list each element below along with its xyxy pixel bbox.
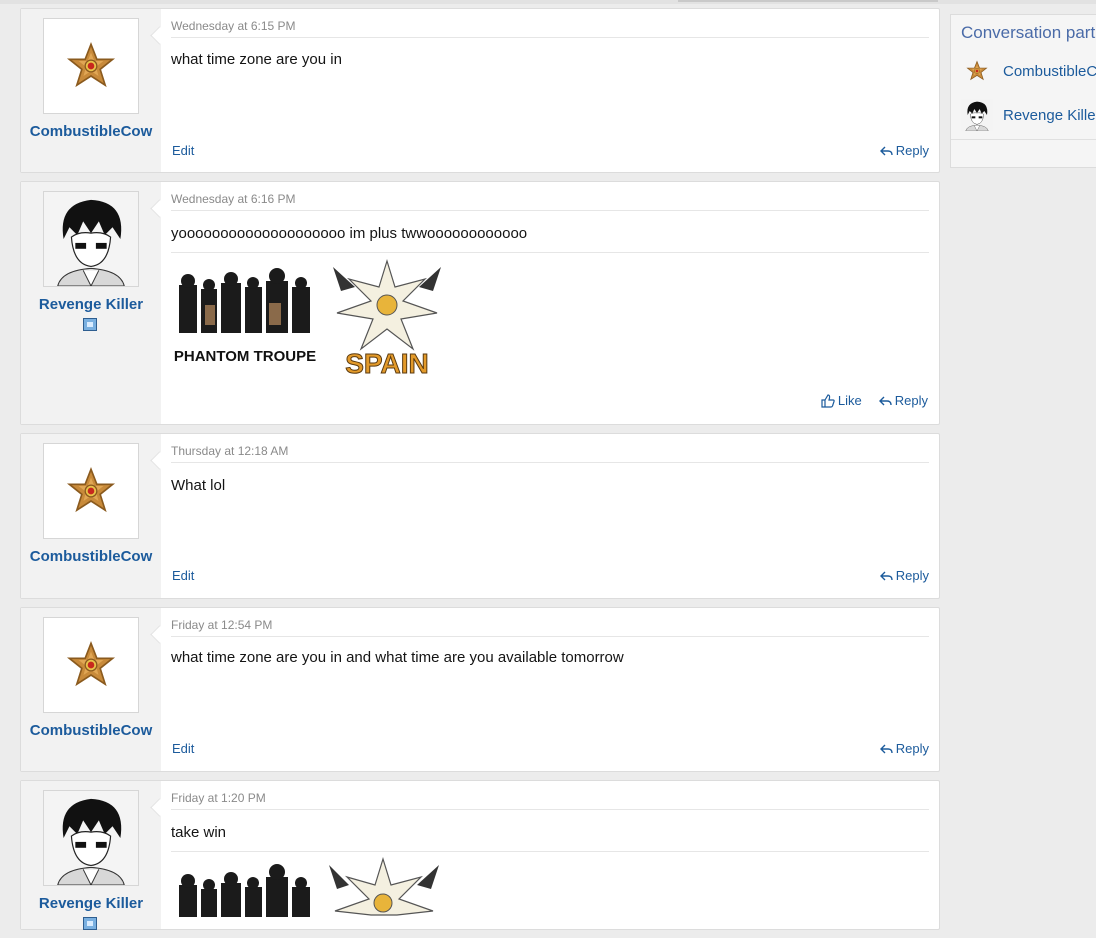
message-list-continued: CombustibleCow Thursday at 12:18 AM What… [20, 433, 940, 938]
staryu-icon [66, 466, 116, 516]
signature [171, 857, 443, 917]
avatar[interactable] [43, 191, 139, 287]
divider [171, 37, 929, 38]
message-list: CombustibleCow Wednesday at 6:15 PM what… [20, 8, 940, 433]
message: Revenge Killer Wednesday at 6:16 PM yooo… [20, 181, 940, 425]
participant-item[interactable]: Revenge Killer [961, 99, 1096, 131]
message-text: what time zone are you in and what time … [171, 649, 624, 666]
message-user-block: CombustibleCow [21, 434, 161, 598]
signature: PHANTOM TROUPE SPAIN [171, 257, 449, 379]
phantom-troupe-banner: PHANTOM TROUPE [171, 257, 319, 365]
reply-icon [878, 394, 892, 408]
reply-icon [879, 569, 893, 583]
message-actions: Like Reply [170, 393, 928, 411]
message-user-block: CombustibleCow [21, 608, 161, 771]
like-icon [821, 394, 835, 408]
avatar[interactable] [43, 443, 139, 539]
edit-link[interactable]: Edit [172, 741, 194, 756]
username[interactable]: CombustibleCow [29, 720, 153, 741]
signature-divider [171, 851, 929, 852]
reply-button[interactable]: Reply [879, 568, 929, 583]
message-text: what time zone are you in [171, 51, 342, 68]
divider [171, 210, 929, 211]
message-date[interactable]: Thursday at 12:18 AM [171, 444, 288, 458]
panel-divider [951, 139, 1096, 140]
message-user-block: Revenge Killer [21, 182, 161, 424]
message-user-block: Revenge Killer [21, 781, 161, 930]
username[interactable]: Revenge Killer [29, 893, 153, 914]
participant-name[interactable]: CombustibleC [1003, 63, 1096, 80]
participant-name[interactable]: Revenge Killer [1003, 107, 1096, 124]
signature-text-2: SPAIN [345, 348, 429, 379]
username[interactable]: Revenge Killer [29, 294, 153, 315]
message-text: What lol [171, 477, 226, 494]
message: CombustibleCow Friday at 12:54 PM what t… [20, 607, 940, 772]
reply-button[interactable]: Reply [878, 393, 928, 408]
message-user-block: CombustibleCow [21, 9, 161, 172]
message-text: take win [171, 824, 227, 841]
reply-icon [879, 742, 893, 756]
staryu-icon [66, 640, 116, 690]
message: CombustibleCow Thursday at 12:18 AM What… [20, 433, 940, 599]
participant-avatar[interactable] [961, 99, 993, 131]
reply-icon [879, 144, 893, 158]
message: Revenge Killer Friday at 1:20 PM take wi… [20, 780, 940, 930]
spain-banner [325, 857, 443, 917]
top-border [0, 0, 1096, 4]
reply-button[interactable]: Reply [879, 741, 929, 756]
divider [171, 809, 929, 810]
anime-boy-icon [44, 790, 138, 886]
divider [171, 462, 929, 463]
message: CombustibleCow Wednesday at 6:15 PM what… [20, 8, 940, 173]
anime-boy-icon [961, 99, 993, 131]
spain-banner: SPAIN [325, 257, 449, 379]
staryu-icon [966, 60, 988, 82]
signature-divider [171, 252, 929, 253]
message-date[interactable]: Wednesday at 6:16 PM [171, 192, 296, 206]
avatar[interactable] [43, 18, 139, 114]
staryu-icon [66, 41, 116, 91]
user-badge-icon [83, 318, 97, 331]
phantom-troupe-banner [171, 857, 319, 917]
like-button[interactable]: Like [821, 393, 862, 408]
edit-link[interactable]: Edit [172, 568, 194, 583]
message-date[interactable]: Wednesday at 6:15 PM [171, 19, 296, 33]
participant-avatar[interactable] [961, 55, 993, 87]
panel-title: Conversation parti [961, 23, 1096, 42]
avatar[interactable] [43, 790, 139, 886]
message-date[interactable]: Friday at 1:20 PM [171, 791, 266, 805]
message-text: yoooooooooooooooooooo im plus twwooooooo… [171, 225, 528, 242]
edit-link[interactable]: Edit [172, 143, 194, 158]
username[interactable]: CombustibleCow [29, 121, 153, 142]
divider [171, 636, 929, 637]
username[interactable]: CombustibleCow [29, 546, 153, 567]
participant-item[interactable]: CombustibleC [961, 55, 1096, 87]
avatar[interactable] [43, 617, 139, 713]
signature-text-1: PHANTOM TROUPE [174, 348, 316, 365]
conversation-participants-panel: Conversation parti CombustibleC Revenge … [950, 14, 1096, 168]
message-date[interactable]: Friday at 12:54 PM [171, 618, 272, 632]
reply-button[interactable]: Reply [879, 143, 929, 158]
anime-boy-icon [44, 191, 138, 287]
